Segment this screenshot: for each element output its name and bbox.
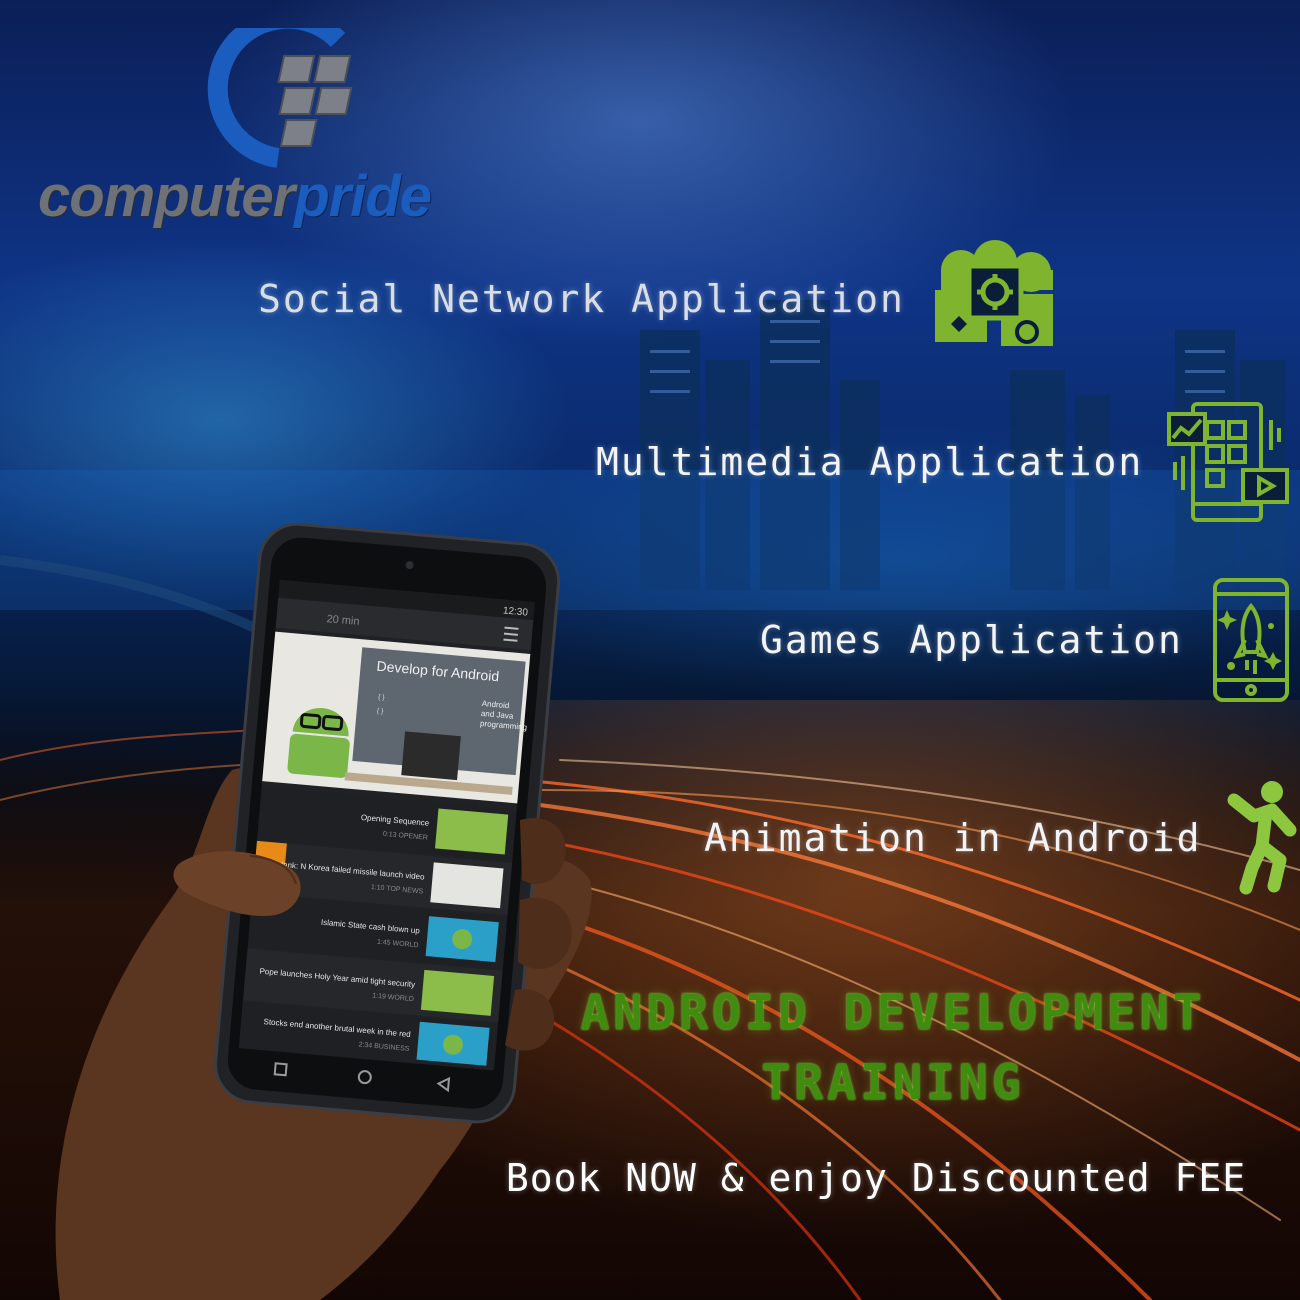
banner-code-line: { }: [376, 708, 384, 716]
headline-line1: ANDROID DEVELOPMENT: [580, 985, 1206, 1041]
status-time: 12:30: [502, 605, 528, 618]
video-thumbnail: [420, 969, 495, 1016]
video-thumbnail: [430, 862, 504, 909]
video-thumbnail: [435, 808, 509, 855]
call-to-action: Book NOW & enjoy Discounted FEE: [505, 1156, 1247, 1200]
banner-code-line: { }: [378, 694, 386, 702]
poster: computerpride Social Network Application…: [0, 0, 1300, 1300]
video-list: Opening Sequence 0:13 OPENER Think tank:…: [238, 787, 517, 1071]
headline-line2: TRAINING: [761, 1055, 1025, 1111]
headline: ANDROID DEVELOPMENT TRAINING: [548, 978, 1238, 1118]
